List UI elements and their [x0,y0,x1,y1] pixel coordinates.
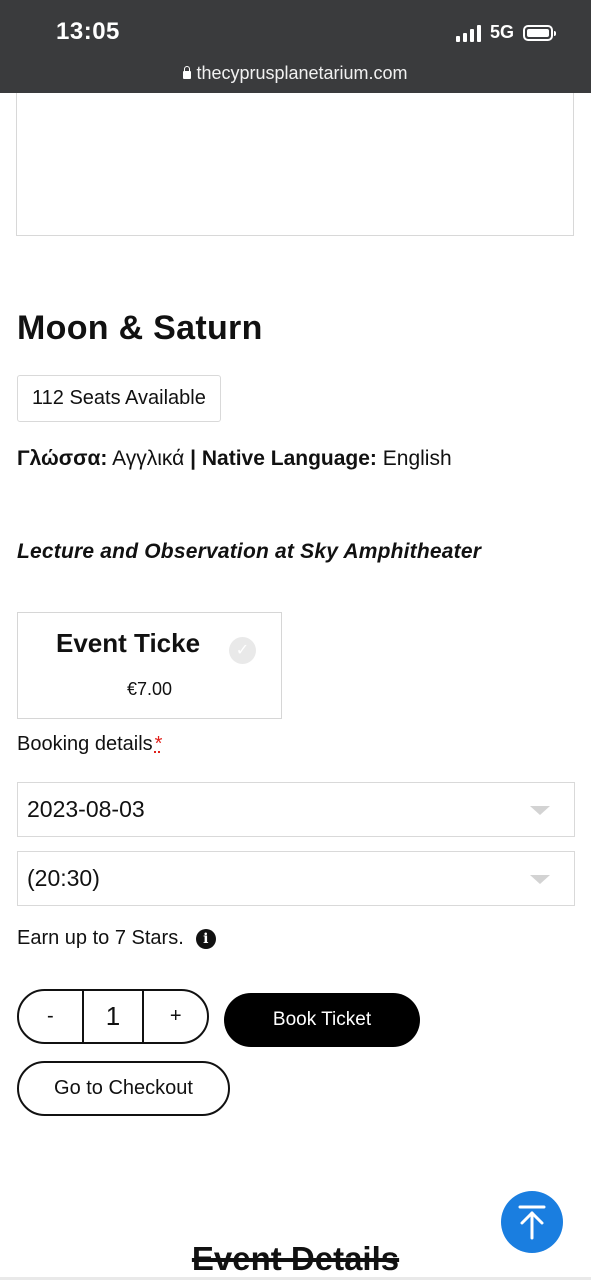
language-label-gr: Γλώσσα: [17,447,108,470]
increase-button[interactable]: + [144,991,207,1042]
battery-icon [523,24,556,41]
time-select[interactable]: (20:30) [17,851,575,906]
decrease-button[interactable]: - [19,991,82,1042]
booking-label-text: Booking details [17,733,153,755]
lock-icon [183,66,192,79]
required-marker: * [154,733,163,755]
stars-info: Earn up to 7 Stars. i [17,927,216,950]
chevron-down-icon [530,806,550,815]
ticket-option[interactable]: Event Ticke ✓ €7.00 [17,612,282,719]
signal-icon [455,24,481,42]
event-subtitle: Lecture and Observation at Sky Amphithea… [17,540,482,563]
stars-text: Earn up to 7 Stars. [17,927,184,949]
date-select[interactable]: 2023-08-03 [17,782,575,837]
language-value-en: English [382,447,452,470]
scroll-to-top-button[interactable] [501,1191,563,1253]
clock: 13:05 [56,18,120,45]
quantity-stepper: - 1 + [17,989,209,1044]
booking-details-label: Booking details * [17,733,162,756]
status-bar: 13:05 5G thecyprusplanetarium.com [0,0,591,93]
info-icon[interactable]: i [195,928,216,949]
book-ticket-button[interactable]: Book Ticket [224,993,420,1047]
ticket-price: €7.00 [126,679,173,699]
quantity-input[interactable]: 1 [81,991,145,1042]
status-icons: 5G [455,22,556,43]
ticket-name: Event Ticke [56,628,201,658]
checkout-button[interactable]: Go to Checkout [17,1061,230,1116]
url-text: thecyprusplanetarium.com [196,63,408,83]
arrow-up-icon [518,1205,546,1240]
network-label: 5G [489,22,514,42]
language-label-en: Native Language: [201,447,377,470]
language-info: Γλώσσα: Αγγλικά | Native Language: Engli… [17,447,452,471]
check-icon: ✓ [229,637,256,664]
event-details-heading: Event Details [191,1240,400,1277]
event-title: Moon & Saturn [17,309,263,347]
language-separator: | [190,447,197,470]
chevron-down-icon [530,875,550,884]
time-value: (20:30) [27,865,100,891]
address-bar[interactable]: thecyprusplanetarium.com [0,63,591,84]
language-value-gr: Αγγλικά [112,447,185,470]
date-value: 2023-08-03 [27,796,145,822]
seats-badge: 112 Seats Available [17,375,221,422]
event-media [16,93,574,236]
